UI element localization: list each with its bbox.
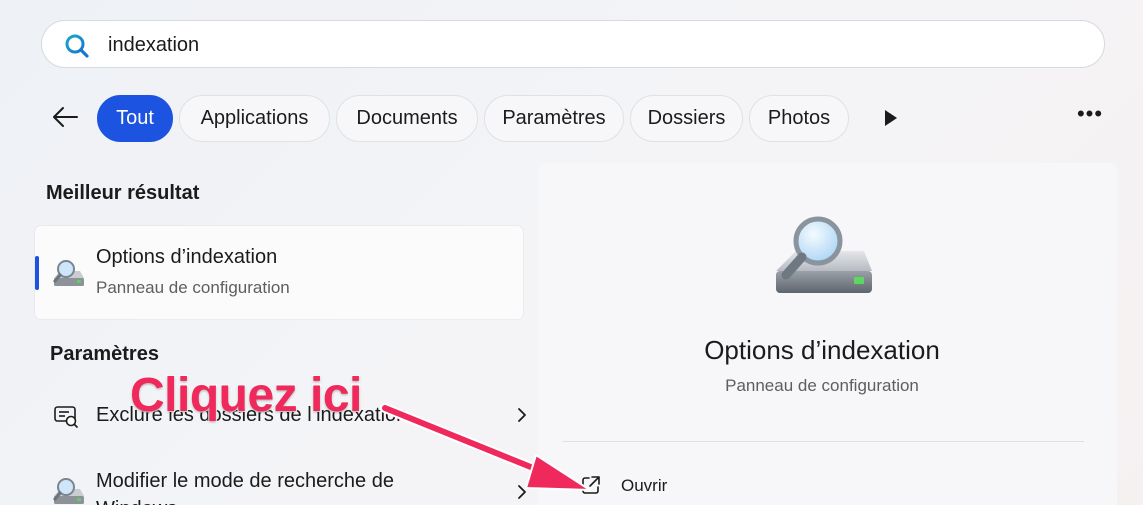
settings-heading: Paramètres: [50, 343, 159, 365]
indexing-options-icon: [776, 216, 872, 293]
detail-panel: Options d’indexation Panneau de configur…: [538, 163, 1117, 505]
detail-title: Options d’indexation: [704, 335, 940, 365]
back-button[interactable]: [48, 100, 82, 134]
chip-tout[interactable]: Tout: [97, 95, 173, 142]
best-result-card[interactable]: Options d’indexation Panneau de configur…: [35, 226, 523, 319]
chevron-right-icon: [518, 485, 526, 499]
best-result-title: Options d’indexation: [96, 246, 278, 268]
search-input[interactable]: [108, 31, 1068, 59]
indexing-options-icon: [53, 260, 84, 286]
best-result-heading: Meilleur résultat: [46, 182, 200, 204]
play-icon[interactable]: [878, 106, 902, 130]
chip-dossiers[interactable]: Dossiers: [630, 95, 743, 142]
open-action[interactable]: Ouvrir: [574, 468, 874, 504]
chip-applications[interactable]: Applications: [179, 95, 330, 142]
chip-parametres[interactable]: Paramètres: [484, 95, 624, 142]
open-action-label: Ouvrir: [621, 476, 668, 495]
best-result-subtitle: Panneau de configuration: [96, 278, 290, 297]
chevron-right-icon: [518, 408, 526, 422]
chip-documents[interactable]: Documents: [336, 95, 478, 142]
more-options-button[interactable]: •••: [1070, 103, 1110, 130]
exclude-folders-icon: [54, 406, 78, 428]
indexing-options-icon: [53, 478, 84, 504]
annotation-label: Cliquez ici: [129, 368, 363, 423]
search-icon: [65, 34, 89, 58]
detail-subtitle: Panneau de configuration: [725, 376, 919, 395]
open-external-icon: [582, 476, 600, 494]
selection-indicator: [35, 256, 39, 290]
search-box[interactable]: [41, 20, 1105, 68]
chip-photos[interactable]: Photos: [749, 95, 849, 142]
settings-item-search-mode[interactable]: Modifier le mode de recherche de Windows: [35, 458, 526, 505]
arrow-left-icon: [53, 107, 78, 127]
divider: [562, 441, 1084, 442]
settings-item-label: Modifier le mode de recherche de Windows: [96, 470, 394, 505]
